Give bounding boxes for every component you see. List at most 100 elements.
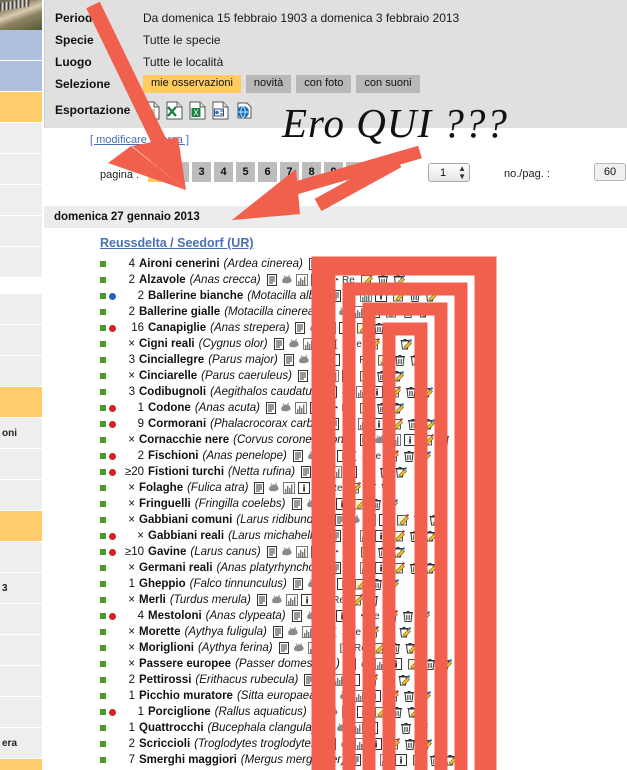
species-name[interactable]: Picchio muratore [139,690,233,702]
species-name[interactable]: Smerghi maggiori [139,754,237,766]
edit-delete-icon[interactable] [381,482,393,494]
map-icon[interactable] [336,722,348,734]
delete-icon[interactable] [391,706,403,718]
edit-icon[interactable] [386,306,399,318]
edit-delete-icon[interactable] [403,258,415,270]
chart-icon[interactable] [301,626,314,638]
info-icon[interactable]: i [322,642,335,654]
map-icon[interactable] [345,562,357,574]
chart-icon[interactable] [358,418,371,430]
edit-delete-icon[interactable] [398,674,411,686]
map-icon[interactable] [280,402,292,414]
info-icon[interactable]: i [341,370,354,382]
details-icon[interactable] [266,546,278,558]
edit-icon[interactable] [392,562,405,574]
species-name[interactable]: Morette [139,626,181,638]
map-icon[interactable] [307,578,319,590]
species-name[interactable]: Quattrocchi [139,722,204,734]
delete-icon[interactable] [373,322,385,334]
page-number-4[interactable]: 4 [214,162,233,182]
info-icon[interactable]: i [298,482,311,494]
page-number-3[interactable]: 3 [192,162,211,182]
details-icon[interactable] [292,450,304,462]
info-icon[interactable]: i [352,258,365,270]
sidebar-item-13[interactable]: oni [0,418,42,449]
species-name[interactable]: Gavine [148,546,186,558]
edit-delete-icon[interactable] [392,370,404,382]
edit-icon[interactable] [348,482,361,494]
details-icon[interactable] [256,594,268,606]
delete-icon[interactable] [389,642,401,654]
info-icon[interactable]: i [403,434,416,446]
details-icon[interactable] [283,354,295,366]
sidebar-item-7[interactable] [0,247,42,278]
sidebar-item-16[interactable] [0,511,42,542]
edit-delete-icon[interactable] [393,274,405,286]
map-icon[interactable] [323,258,335,270]
delete-icon[interactable] [409,562,421,574]
edit-icon[interactable] [383,722,396,734]
map-icon[interactable] [340,738,352,750]
map-icon[interactable] [315,466,327,478]
page-number-next[interactable] [346,162,365,182]
map-icon[interactable] [345,290,357,302]
edit-icon[interactable] [360,546,373,558]
details-icon[interactable] [345,658,357,670]
page-number-5[interactable]: 5 [236,162,255,182]
species-name[interactable]: Pettirossi [139,674,191,686]
delete-icon[interactable] [377,274,389,286]
delete-icon[interactable] [413,514,425,526]
chart-icon[interactable] [356,386,369,398]
species-name[interactable]: Gabbiani comuni [139,514,232,526]
details-icon[interactable] [294,322,306,334]
selection-button-0[interactable]: mie osservazioni [143,75,241,93]
edit-icon[interactable] [370,258,383,270]
info-icon[interactable]: i [310,402,323,414]
info-icon[interactable]: i [335,610,348,622]
details-icon[interactable] [334,514,346,526]
selection-button-3[interactable]: con suoni [356,75,420,93]
edit-icon[interactable] [367,338,380,350]
details-icon[interactable] [330,290,342,302]
chart-icon[interactable] [320,498,333,510]
edit-delete-icon[interactable] [423,418,436,430]
chart-icon[interactable] [283,482,296,494]
chart-icon[interactable] [354,690,367,702]
species-name[interactable]: Scriccioli [139,738,190,750]
details-icon[interactable] [266,274,278,286]
info-icon[interactable]: i [394,754,407,766]
chart-icon[interactable] [321,450,334,462]
map-icon[interactable] [281,546,293,558]
map-icon[interactable] [338,306,350,318]
map-icon[interactable] [288,338,300,350]
edit-delete-icon[interactable] [410,354,422,366]
details-icon[interactable] [328,418,340,430]
details-icon[interactable] [359,434,371,446]
chart-icon[interactable] [360,290,373,302]
info-icon[interactable]: i [336,450,349,462]
sidebar-item-15[interactable] [0,480,42,511]
info-icon[interactable]: i [317,338,330,350]
species-name[interactable]: Folaghe [139,482,183,494]
details-icon[interactable] [325,738,337,750]
info-icon[interactable]: i [370,738,383,750]
delete-icon[interactable] [384,338,396,350]
edit-delete-icon[interactable] [425,562,437,574]
edit-icon[interactable] [363,466,376,478]
details-icon[interactable] [265,402,277,414]
delete-icon[interactable] [405,386,417,398]
edit-icon[interactable] [393,290,406,302]
chart-icon[interactable] [353,306,366,318]
edit-icon[interactable] [387,450,399,462]
delete-icon[interactable] [382,674,394,686]
details-icon[interactable] [273,338,285,350]
map-icon[interactable] [293,642,305,654]
info-icon[interactable]: i [310,546,323,558]
edit-delete-icon[interactable] [418,610,430,622]
chart-icon[interactable] [359,562,372,574]
edit-icon[interactable] [412,754,425,766]
species-name[interactable]: Passere europee [139,658,231,670]
chart-icon[interactable] [363,514,376,526]
info-icon[interactable]: i [369,690,382,702]
page-number-8[interactable]: 8 [302,162,321,182]
